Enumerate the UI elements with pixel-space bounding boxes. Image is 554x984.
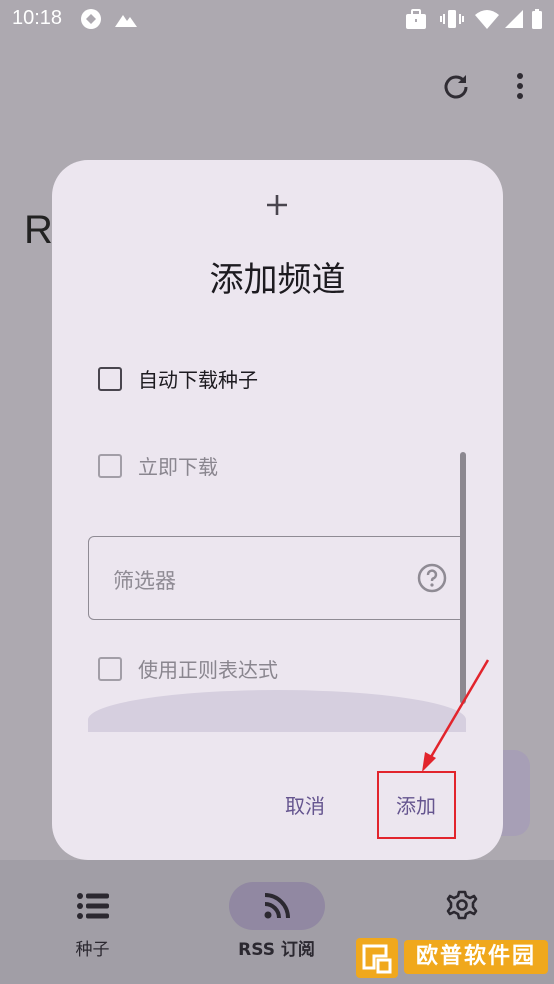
status-bar: 10:18	[0, 0, 554, 38]
status-time: 10:18	[12, 7, 63, 29]
watermark-logo	[356, 938, 398, 978]
app-notification-icon	[80, 8, 102, 34]
signal-icon	[504, 8, 524, 34]
watermark-text: 欧普软件园	[404, 940, 548, 974]
download-now-label: 立即下载	[138, 455, 218, 479]
annotation-highlight-box	[377, 771, 456, 839]
help-icon[interactable]	[417, 563, 447, 593]
dialog-title: 添加频道	[209, 260, 346, 300]
nav-item-rss[interactable]: RSS 订阅	[184, 860, 369, 984]
nav-item-torrents[interactable]: 种子	[0, 860, 185, 984]
download-now-checkbox[interactable]	[98, 454, 122, 478]
background-heading-fragment: R	[24, 208, 53, 252]
nav-label-torrents: 种子	[75, 940, 110, 960]
wifi-icon	[474, 8, 500, 34]
cancel-button[interactable]: 取消	[285, 790, 325, 819]
nav-label-rss: RSS 订阅	[238, 940, 315, 960]
rss-icon	[228, 882, 325, 930]
add-icon	[263, 191, 291, 223]
more-options-button[interactable]	[500, 66, 540, 106]
filter-placeholder: 筛选器	[113, 569, 176, 593]
use-regex-label: 使用正则表达式	[138, 658, 278, 682]
scrollbar[interactable]	[460, 452, 466, 704]
battery-icon	[530, 8, 544, 34]
watermark: 欧普软件园	[356, 938, 548, 978]
refresh-button[interactable]	[436, 66, 476, 106]
auto-download-checkbox[interactable]	[98, 367, 122, 391]
scroll-fade	[88, 690, 466, 732]
more-vert-icon	[517, 73, 523, 99]
refresh-icon	[444, 75, 468, 99]
mountain-icon	[114, 10, 138, 32]
gear-icon	[414, 882, 510, 930]
list-icon	[45, 882, 141, 930]
filter-input[interactable]: 筛选器	[88, 536, 466, 620]
auto-download-label: 自动下载种子	[138, 368, 258, 392]
briefcase-icon	[404, 8, 428, 34]
use-regex-checkbox[interactable]	[98, 657, 122, 681]
vibrate-icon	[440, 8, 464, 34]
add-feed-dialog: 添加频道 自动下载种子 立即下载 筛选器 使用正则表达式 取消 添加	[52, 160, 503, 860]
